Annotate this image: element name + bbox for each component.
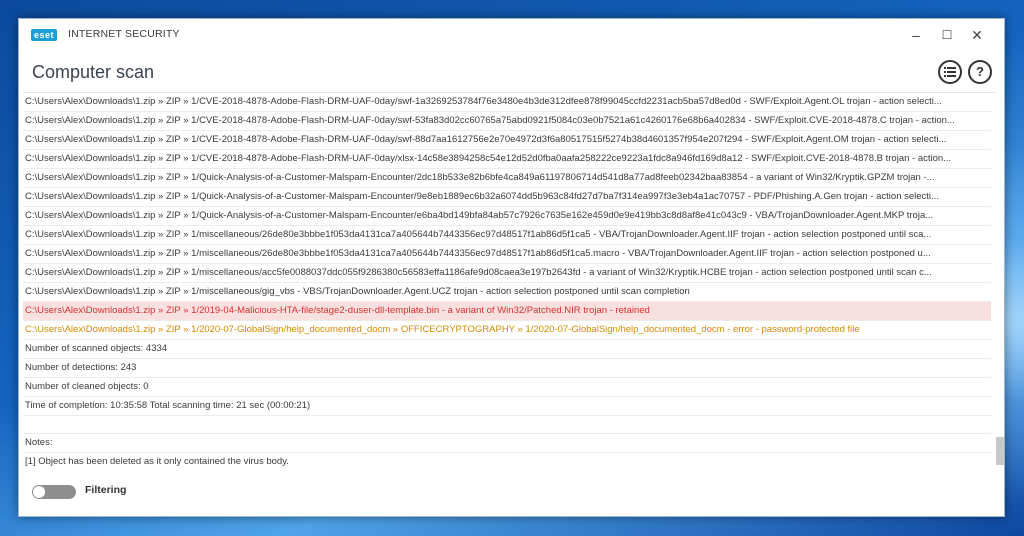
log-row[interactable]: Number of cleaned objects: 0 <box>23 378 991 397</box>
log-row[interactable]: Notes: <box>23 434 991 453</box>
title-bar: eset INTERNET SECURITY – ☐ ✕ <box>19 19 1004 49</box>
log-row[interactable]: C:\Users\Alex\Downloads\1.zip » ZIP » 1/… <box>23 264 991 283</box>
log-row[interactable]: C:\Users\Alex\Downloads\1.zip » ZIP » 1/… <box>23 188 991 207</box>
log-row[interactable]: C:\Users\Alex\Downloads\1.zip » ZIP » 1/… <box>23 226 991 245</box>
filtering-label: Filtering <box>85 484 127 496</box>
filtering-toggle[interactable] <box>32 485 76 499</box>
scrollbar-thumb[interactable] <box>996 437 1004 465</box>
log-row[interactable]: Time of completion: 10:35:58 Total scann… <box>23 397 991 416</box>
list-menu-icon <box>944 67 956 77</box>
list-menu-button[interactable] <box>938 60 962 84</box>
eset-logo: eset <box>31 29 58 41</box>
log-row[interactable]: C:\Users\Alex\Downloads\1.zip » ZIP » 1/… <box>23 169 991 188</box>
log-row[interactable]: [1] Object has been deleted as it only c… <box>23 453 991 468</box>
log-row[interactable] <box>23 416 991 434</box>
log-row[interactable]: C:\Users\Alex\Downloads\1.zip » ZIP » 1/… <box>23 112 991 131</box>
close-button[interactable]: ✕ <box>967 25 987 45</box>
scrollbar[interactable] <box>996 92 1004 467</box>
log-row[interactable]: Number of detections: 243 <box>23 359 991 378</box>
log-row[interactable]: Number of scanned objects: 4334 <box>23 340 991 359</box>
log-row[interactable]: C:\Users\Alex\Downloads\1.zip » ZIP » 1/… <box>23 283 991 302</box>
app-title: INTERNET SECURITY <box>68 28 180 40</box>
log-row[interactable]: C:\Users\Alex\Downloads\1.zip » ZIP » 1/… <box>23 93 991 112</box>
log-row[interactable]: C:\Users\Alex\Downloads\1.zip » ZIP » 1/… <box>23 302 991 321</box>
help-button[interactable]: ? <box>968 60 992 84</box>
log-row[interactable]: C:\Users\Alex\Downloads\1.zip » ZIP » 1/… <box>23 321 991 340</box>
log-row[interactable]: C:\Users\Alex\Downloads\1.zip » ZIP » 1/… <box>23 207 991 226</box>
toggle-knob <box>33 486 45 498</box>
minimize-button[interactable]: – <box>906 25 926 45</box>
eset-window: eset INTERNET SECURITY – ☐ ✕ Computer sc… <box>18 18 1005 517</box>
page-title: Computer scan <box>32 62 155 82</box>
scan-log[interactable]: C:\Users\Alex\Downloads\1.zip » ZIP » 1/… <box>23 92 998 468</box>
log-row[interactable]: C:\Users\Alex\Downloads\1.zip » ZIP » 1/… <box>23 245 991 264</box>
log-row[interactable]: C:\Users\Alex\Downloads\1.zip » ZIP » 1/… <box>23 150 991 169</box>
log-row[interactable]: C:\Users\Alex\Downloads\1.zip » ZIP » 1/… <box>23 131 991 150</box>
help-icon: ? <box>976 64 984 79</box>
maximize-button[interactable]: ☐ <box>937 25 957 45</box>
